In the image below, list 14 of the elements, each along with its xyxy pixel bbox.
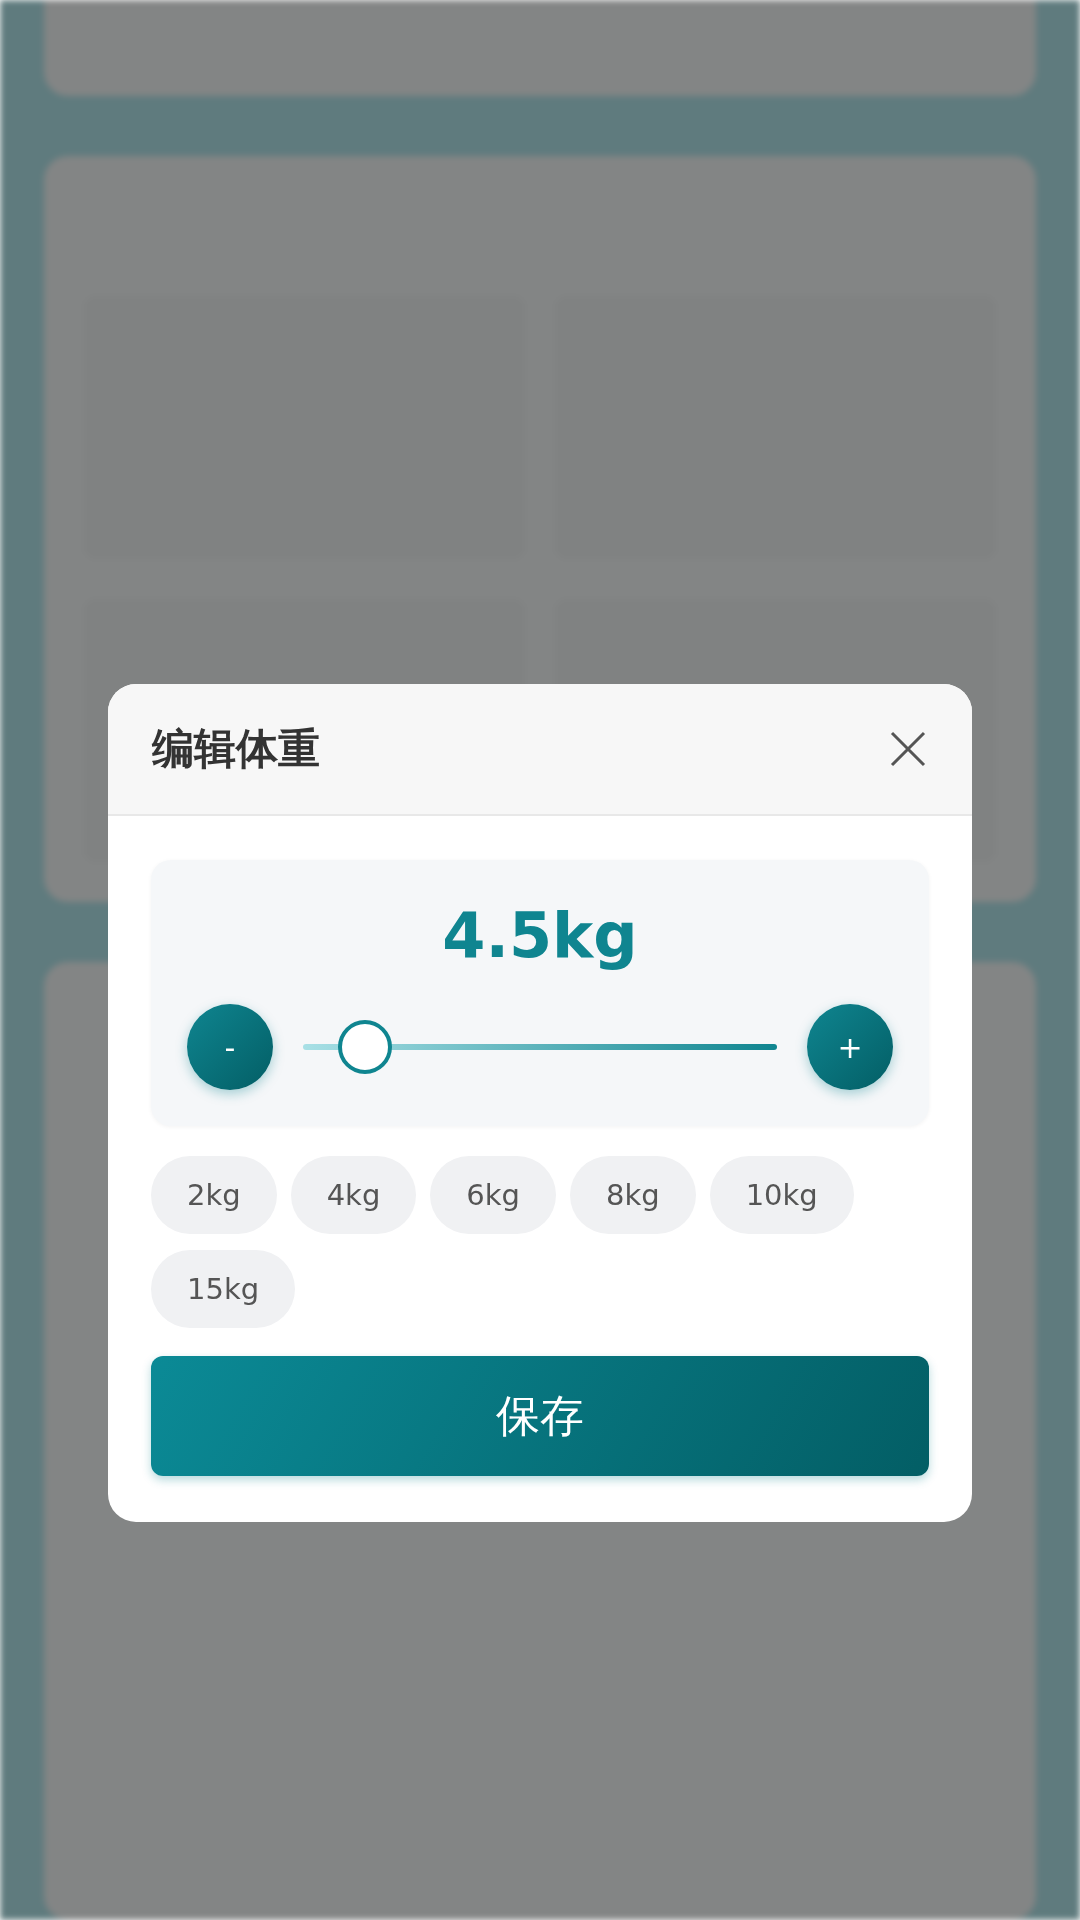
weight-slider[interactable] xyxy=(303,1020,777,1074)
preset-chip[interactable]: 4kg xyxy=(290,1156,417,1234)
decrease-button[interactable]: - xyxy=(187,1004,273,1090)
increase-button[interactable]: + xyxy=(807,1004,893,1090)
slider-thumb[interactable] xyxy=(337,1020,392,1074)
preset-chip[interactable]: 10kg xyxy=(709,1156,854,1234)
preset-chip[interactable]: 6kg xyxy=(430,1156,556,1234)
close-icon[interactable] xyxy=(888,729,928,769)
weight-value: 4.5kg xyxy=(442,898,638,974)
preset-chip[interactable]: 15kg xyxy=(151,1250,296,1328)
preset-chip[interactable]: 2kg xyxy=(151,1156,277,1234)
dialog-title: 编辑体重 xyxy=(152,723,320,775)
save-button[interactable]: 保存 xyxy=(151,1356,929,1476)
preset-chip[interactable]: 8kg xyxy=(569,1156,696,1234)
